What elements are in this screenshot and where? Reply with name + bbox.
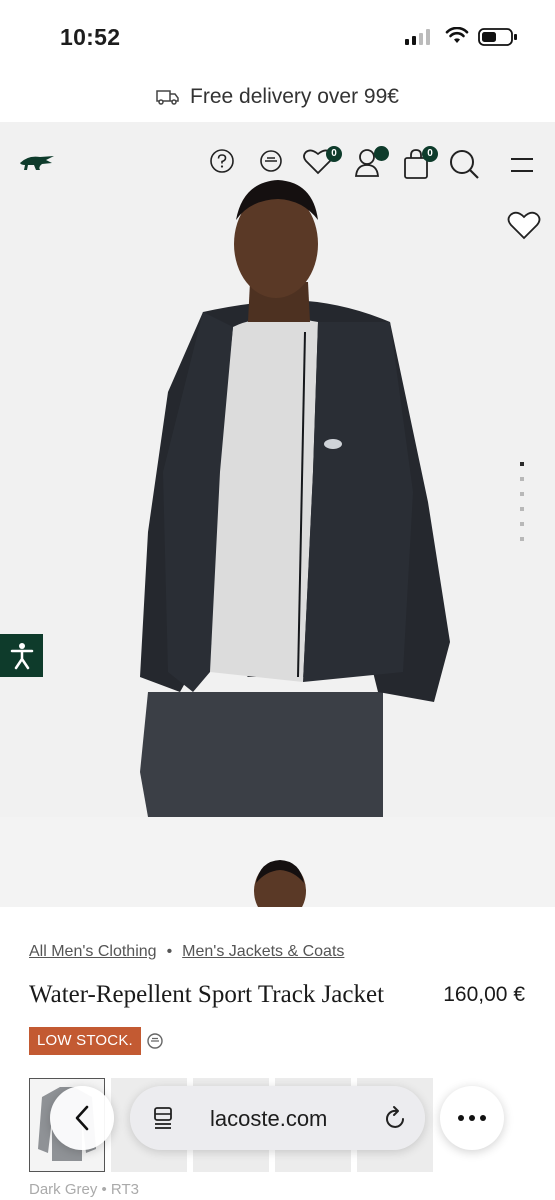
wishlist-count-badge: 0	[326, 146, 342, 162]
add-to-wishlist-heart-icon[interactable]	[506, 210, 542, 242]
browser-address-bar[interactable]: lacoste.com	[130, 1086, 425, 1150]
product-info-panel: All Men's Clothing • Men's Jackets & Coa…	[0, 907, 555, 1200]
accessibility-icon	[10, 642, 33, 669]
browser-more-button[interactable]	[440, 1086, 504, 1150]
promo-banner: Free delivery over 99€	[0, 72, 555, 122]
chevron-left-icon	[75, 1105, 89, 1131]
breadcrumb-link-mens-jackets-coats[interactable]: Men's Jackets & Coats	[182, 943, 344, 961]
product-price: 160,00 €	[443, 983, 525, 1006]
browser-back-button[interactable]	[50, 1086, 114, 1150]
thumbnail-image[interactable]	[250, 859, 310, 907]
gallery-dot[interactable]	[520, 477, 524, 481]
more-dot-icon	[458, 1115, 464, 1121]
menu-hamburger-icon[interactable]	[510, 156, 534, 176]
gallery-dot[interactable]	[520, 507, 524, 511]
gallery-pagination[interactable]	[520, 462, 526, 552]
product-image-gallery[interactable]: 0 0	[0, 122, 555, 817]
gallery-dot[interactable]	[520, 522, 524, 526]
gallery-dot[interactable]	[520, 537, 524, 541]
url-text[interactable]: lacoste.com	[210, 1106, 327, 1132]
delivery-truck-icon	[156, 90, 179, 105]
help-icon[interactable]	[208, 148, 236, 176]
restock-info-icon[interactable]	[146, 1032, 164, 1050]
gallery-dot[interactable]	[520, 462, 524, 466]
lacoste-crocodile-logo[interactable]	[18, 152, 56, 172]
gallery-dot[interactable]	[520, 492, 524, 496]
breadcrumb-link-all-mens-clothing[interactable]: All Men's Clothing	[29, 943, 157, 961]
wifi-icon	[445, 27, 469, 43]
promo-text: Free delivery over 99€	[190, 85, 399, 108]
battery-icon	[478, 28, 517, 46]
search-icon[interactable]	[448, 148, 480, 180]
low-stock-badge: LOW STOCK.	[29, 1027, 141, 1055]
cart-count-badge: 0	[422, 146, 438, 162]
product-title: Water-Repellent Sport Track Jacket	[29, 981, 385, 1008]
accessibility-button[interactable]	[0, 634, 43, 677]
account-status-dot	[374, 146, 389, 161]
selected-color-label: Dark Grey • RT3	[29, 1181, 139, 1198]
signal-icon	[405, 29, 430, 45]
page-menu-icon[interactable]	[152, 1106, 174, 1130]
more-dot-icon	[480, 1115, 486, 1121]
gallery-thumbnail-strip[interactable]	[0, 817, 555, 907]
reload-icon[interactable]	[384, 1105, 408, 1131]
breadcrumb-separator: •	[166, 943, 173, 960]
status-bar: 10:52	[0, 0, 555, 72]
chat-icon[interactable]	[258, 148, 284, 176]
product-image	[140, 180, 450, 817]
breadcrumb: All Men's Clothing • Men's Jackets & Coa…	[29, 943, 344, 961]
clock: 10:52	[60, 24, 121, 50]
more-dot-icon	[469, 1115, 475, 1121]
